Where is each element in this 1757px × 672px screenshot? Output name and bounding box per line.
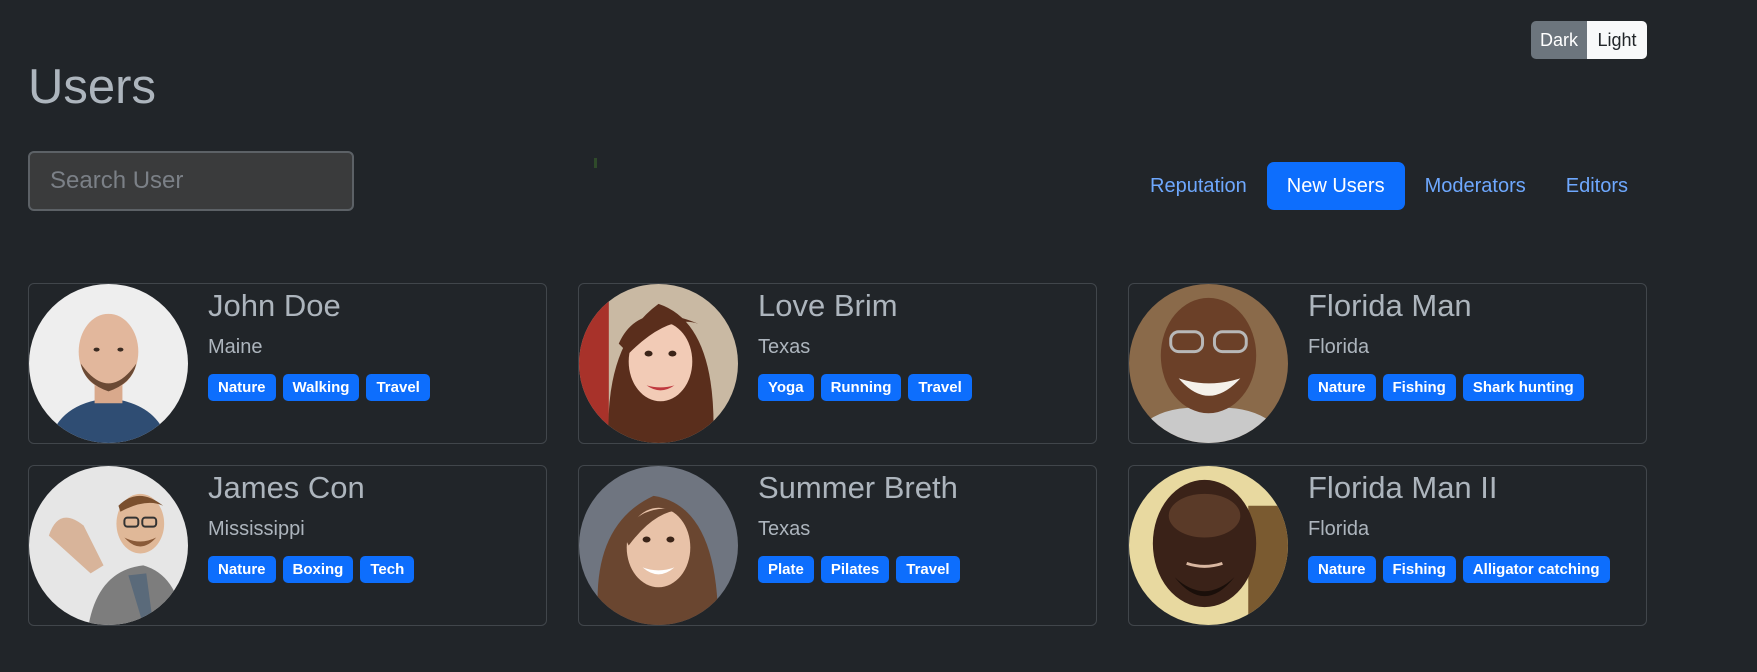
tag-badge: Nature [208, 556, 276, 584]
avatar [1129, 284, 1288, 443]
avatar-photo-florida-man [1129, 284, 1288, 443]
user-name: John Doe [208, 288, 341, 323]
tab-editors[interactable]: Editors [1546, 162, 1648, 210]
tag-badge: Nature [208, 374, 276, 402]
user-name: Florida Man II [1308, 470, 1498, 505]
tag-badge: Boxing [282, 556, 354, 584]
user-name: Summer Breth [758, 470, 958, 505]
users-page: Dark Light Users Reputation New Users Mo… [0, 0, 1757, 672]
user-card[interactable]: John Doe Maine Nature Walking Travel [28, 283, 547, 444]
user-tags: Plate Pilates Travel [758, 556, 960, 584]
theme-toggle: Dark Light [1531, 21, 1647, 59]
user-tags: Yoga Running Travel [758, 374, 972, 402]
avatar [29, 466, 188, 625]
user-card[interactable]: Florida Man II Florida Nature Fishing Al… [1128, 465, 1647, 626]
user-location: Florida [1308, 518, 1370, 541]
user-location: Texas [758, 336, 811, 359]
tag-badge: Shark hunting [1462, 374, 1584, 402]
tag-badge: Nature [1308, 556, 1376, 584]
tag-badge: Fishing [1382, 556, 1456, 584]
tab-new-users[interactable]: New Users [1266, 162, 1405, 210]
user-tags: Nature Fishing Shark hunting [1308, 374, 1584, 402]
user-card-grid: John Doe Maine Nature Walking Travel Lov… [28, 283, 1648, 626]
theme-light-button[interactable]: Light [1587, 21, 1647, 59]
avatar-photo-john-doe [29, 284, 188, 443]
tag-badge: Walking [282, 374, 360, 402]
avatar [29, 284, 188, 443]
tag-badge: Alligator catching [1462, 556, 1610, 584]
tab-moderators[interactable]: Moderators [1405, 162, 1546, 210]
user-name: Florida Man [1308, 288, 1472, 323]
user-location: Mississippi [208, 518, 305, 541]
tag-badge: Tech [360, 556, 415, 584]
user-location: Florida [1308, 336, 1370, 359]
tag-badge: Pilates [820, 556, 890, 584]
avatar-photo-james-con [29, 466, 188, 625]
user-card[interactable]: James Con Mississippi Nature Boxing Tech [28, 465, 547, 626]
decorative-mark [594, 158, 597, 168]
tag-badge: Fishing [1382, 374, 1456, 402]
tag-badge: Travel [366, 374, 430, 402]
user-tags: Nature Walking Travel [208, 374, 430, 402]
tab-reputation[interactable]: Reputation [1130, 162, 1267, 210]
avatar-photo-summer-breth [579, 466, 738, 625]
user-card[interactable]: Florida Man Florida Nature Fishing Shark… [1128, 283, 1647, 444]
avatar [579, 284, 738, 443]
user-location: Maine [208, 336, 263, 359]
avatar-photo-love-brim [579, 284, 738, 443]
tag-badge: Yoga [758, 374, 814, 402]
user-tags: Nature Boxing Tech [208, 556, 415, 584]
tag-badge: Nature [1308, 374, 1376, 402]
tag-badge: Plate [758, 556, 814, 584]
tag-badge: Running [820, 374, 902, 402]
theme-dark-button[interactable]: Dark [1531, 21, 1587, 59]
user-card[interactable]: Summer Breth Texas Plate Pilates Travel [578, 465, 1097, 626]
avatar [1129, 466, 1288, 625]
user-name: Love Brim [758, 288, 898, 323]
user-card[interactable]: Love Brim Texas Yoga Running Travel [578, 283, 1097, 444]
tag-badge: Travel [908, 374, 972, 402]
user-location: Texas [758, 518, 811, 541]
user-tags: Nature Fishing Alligator catching [1308, 556, 1610, 584]
avatar-photo-florida-man-ii [1129, 466, 1288, 625]
search-user-input[interactable] [28, 151, 354, 211]
user-filter-tabs: Reputation New Users Moderators Editors [1130, 162, 1648, 210]
tag-badge: Travel [896, 556, 960, 584]
avatar [579, 466, 738, 625]
page-title: Users [28, 60, 156, 114]
user-name: James Con [208, 470, 365, 505]
